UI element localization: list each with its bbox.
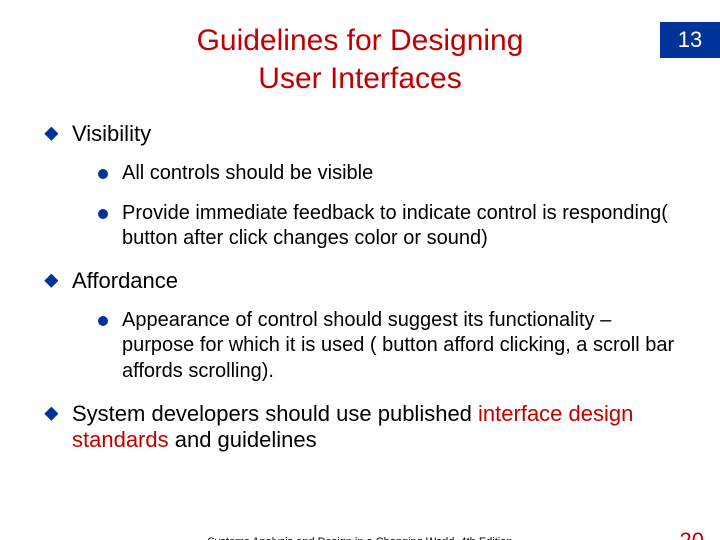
list-item: All controls should be visible [98, 161, 676, 187]
diamond-bullet-icon [44, 274, 58, 288]
slide-body: Visibility All controls should be visibl… [44, 121, 676, 453]
diamond-bullet-icon [44, 407, 58, 421]
bullet-standards: System developers should use published i… [44, 401, 676, 453]
diamond-bullet-icon [44, 127, 58, 141]
slide-title: Guidelines for Designing User Interfaces [120, 22, 600, 97]
text-suffix: and guidelines [169, 427, 317, 452]
subitem-text: Provide immediate feedback to indicate c… [122, 201, 676, 252]
bullet-label: Visibility [72, 121, 151, 147]
title-line-1: Guidelines for Designing [197, 24, 524, 57]
text-prefix: System developers should use published [72, 401, 478, 426]
bullet-visibility: Visibility [44, 121, 676, 147]
dot-bullet-icon [98, 209, 108, 219]
footer-source-text: Systems Analysis and Design in a Changin… [0, 536, 720, 540]
chapter-number-badge: 13 [660, 22, 720, 58]
bullet-affordance: Affordance [44, 268, 676, 294]
page-number: 20 [680, 528, 704, 540]
visibility-subitems: All controls should be visible Provide i… [98, 161, 676, 252]
title-line-2: User Interfaces [258, 62, 461, 95]
bullet-label: Affordance [72, 268, 178, 294]
dot-bullet-icon [98, 316, 108, 326]
subitem-text: Appearance of control should suggest its… [122, 308, 676, 385]
bullet-text: System developers should use published i… [72, 401, 676, 453]
list-item: Appearance of control should suggest its… [98, 308, 676, 385]
subitem-text: All controls should be visible [122, 161, 373, 187]
list-item: Provide immediate feedback to indicate c… [98, 201, 676, 252]
affordance-subitems: Appearance of control should suggest its… [98, 308, 676, 385]
dot-bullet-icon [98, 169, 108, 179]
